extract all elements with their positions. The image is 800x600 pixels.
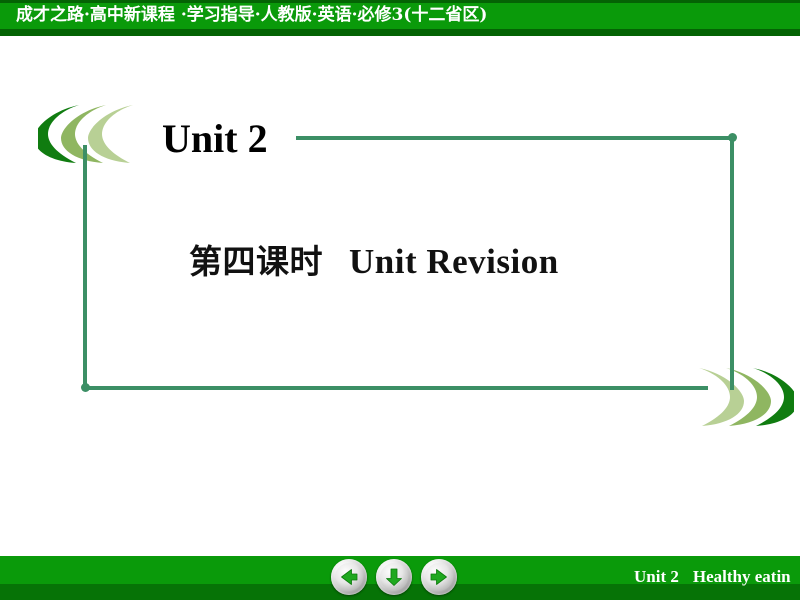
- left-crescent-decoration: [38, 103, 146, 165]
- down-slide-button[interactable]: [376, 559, 412, 595]
- frame-line-top: [296, 136, 734, 140]
- frame-line-left: [83, 145, 87, 389]
- arrow-right-icon: [430, 569, 447, 585]
- unit-heading: Unit 2: [162, 116, 268, 161]
- crescent-light-icon: [88, 105, 133, 163]
- arrow-down-icon: [386, 568, 402, 586]
- footer-text: Unit 2 Healthy eatin: [634, 566, 791, 588]
- lesson-title: 第四课时 Unit Revision: [189, 238, 559, 286]
- slide-canvas: 成才之路·高中新课程 ·学习指导·人教版·英语·必修3(十二省区) Unit 2: [0, 0, 800, 600]
- right-crescent-decoration: [686, 366, 794, 428]
- slide-navigation-buttons: [331, 557, 457, 597]
- frame-corner-dot-top-right: [728, 133, 737, 142]
- lesson-name: Unit Revision: [349, 242, 559, 281]
- footer-topic-label: Healthy eatin: [692, 567, 791, 586]
- header-bar: 成才之路·高中新课程 ·学习指导·人教版·英语·必修3(十二省区): [0, 0, 800, 36]
- frame-line-right: [730, 138, 734, 390]
- crescent-light-icon: [699, 368, 744, 426]
- frame-line-bottom: [83, 386, 708, 390]
- frame-corner-dot-bottom-left: [81, 383, 90, 392]
- previous-slide-button[interactable]: [331, 559, 367, 595]
- header-title: 成才之路·高中新课程 ·学习指导·人教版·英语·必修3(十二省区): [16, 5, 488, 25]
- footer-unit-label: Unit 2: [634, 567, 679, 586]
- next-slide-button[interactable]: [421, 559, 457, 595]
- lesson-number: 第四课时: [189, 242, 323, 281]
- arrow-left-icon: [341, 569, 358, 585]
